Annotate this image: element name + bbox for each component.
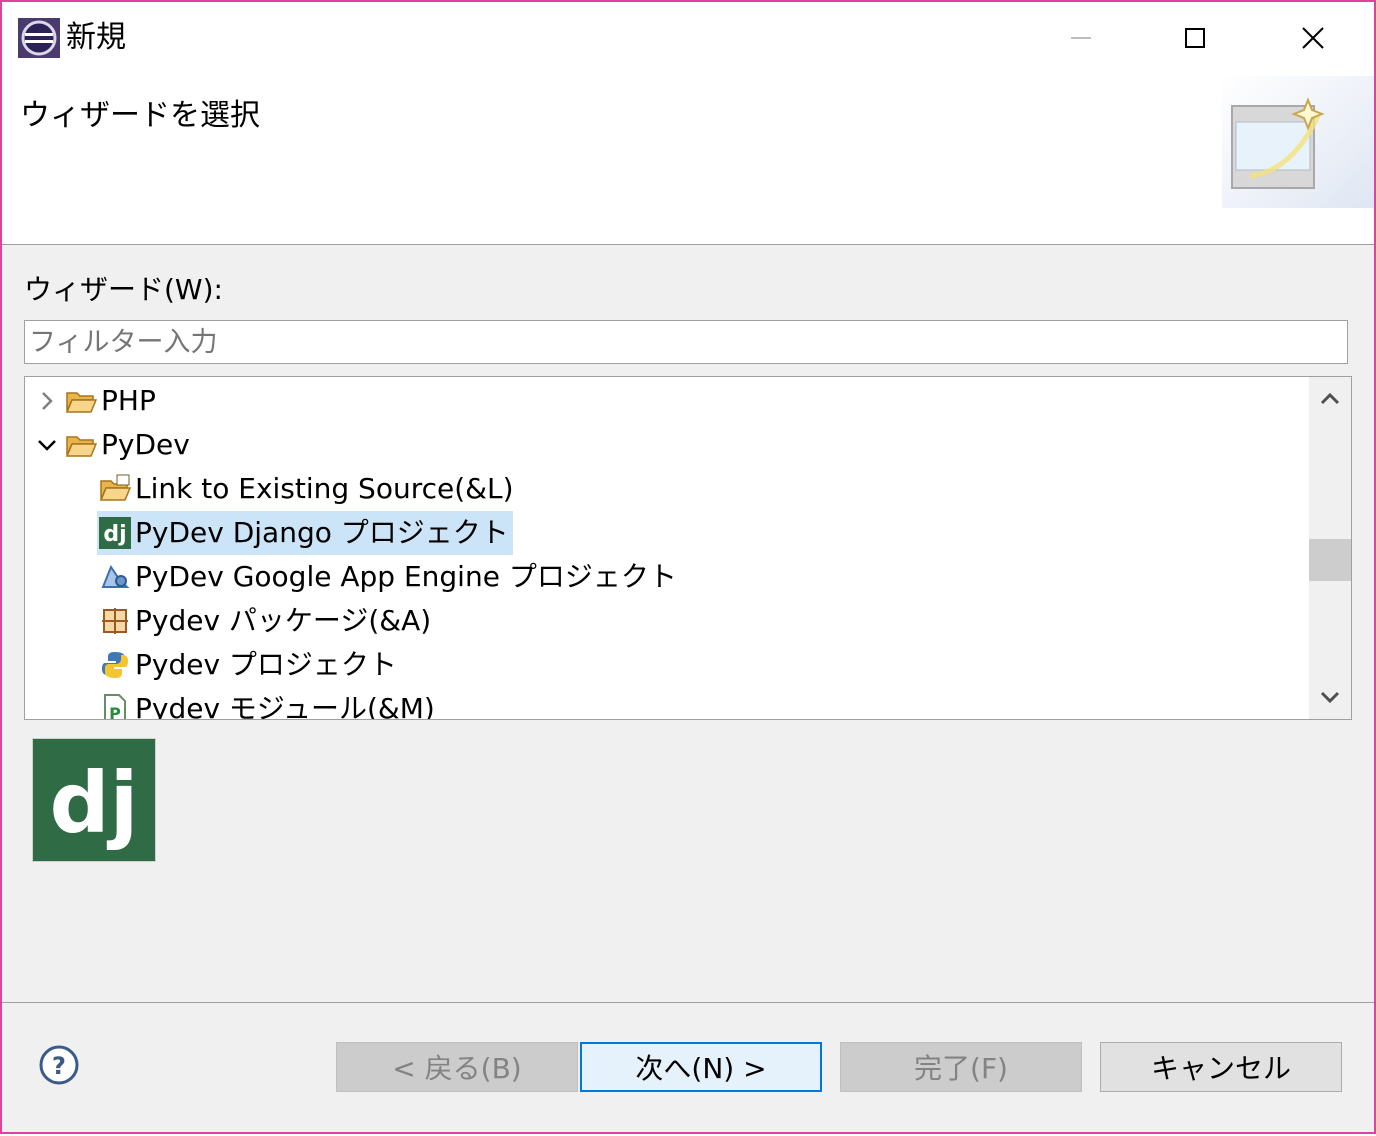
tree-item-label: PHP bbox=[101, 384, 156, 417]
footer-separator bbox=[2, 1002, 1374, 1003]
svg-text:?: ? bbox=[52, 1052, 66, 1080]
next-button[interactable]: 次へ(N) > bbox=[580, 1042, 822, 1092]
wizards-label: ウィザード(W): bbox=[24, 273, 223, 306]
wizard-banner-icon bbox=[1222, 76, 1374, 208]
maximize-button[interactable] bbox=[1140, 10, 1250, 66]
svg-text:P: P bbox=[109, 704, 121, 720]
chevron-down-icon[interactable] bbox=[35, 433, 59, 457]
tree-item-php[interactable]: PHP bbox=[65, 379, 156, 423]
close-icon bbox=[1302, 27, 1324, 49]
chevron-up-icon bbox=[1320, 392, 1340, 405]
maximize-icon bbox=[1185, 28, 1205, 48]
new-wizard-dialog: 新規 ウィザードを選択 ウィザード(W): フィルター入力 PHP PyDev … bbox=[0, 0, 1376, 1134]
tree-item-label: PyDev Google App Engine プロジェクト bbox=[135, 560, 677, 593]
tree-item-label: Link to Existing Source(&L) bbox=[135, 472, 514, 505]
python-icon bbox=[102, 652, 128, 678]
folder-open-icon bbox=[65, 392, 97, 413]
cancel-button[interactable]: キャンセル bbox=[1100, 1042, 1342, 1092]
tree-item-pydev-module[interactable]: P Pydev モジュール(&M) bbox=[99, 687, 435, 720]
title-bar: 新規 bbox=[2, 2, 1374, 76]
page-title: ウィザードを選択 bbox=[20, 98, 260, 133]
tree-item-pydev-package[interactable]: Pydev パッケージ(&A) bbox=[99, 599, 431, 643]
tree-item-label: PyDev Django プロジェクト bbox=[135, 516, 509, 549]
django-preview-icon: dj bbox=[32, 738, 156, 862]
tree-item-label: Pydev プロジェクト bbox=[135, 648, 397, 681]
module-icon: P bbox=[104, 694, 126, 720]
scroll-down-button[interactable] bbox=[1309, 675, 1351, 719]
folder-open-icon bbox=[65, 436, 97, 457]
chevron-down-icon bbox=[1320, 691, 1340, 704]
svg-text:dj: dj bbox=[50, 754, 139, 852]
eclipse-app-icon bbox=[18, 18, 60, 58]
minimize-button[interactable] bbox=[1026, 10, 1136, 66]
window-title: 新規 bbox=[66, 20, 126, 55]
svg-text:dj: dj bbox=[103, 522, 126, 547]
wizard-header: ウィザードを選択 bbox=[2, 76, 1374, 245]
google-app-engine-icon bbox=[101, 564, 130, 588]
tree-item-label: PyDev bbox=[101, 428, 190, 461]
django-icon: dj bbox=[99, 517, 131, 549]
scroll-up-button[interactable] bbox=[1309, 377, 1351, 421]
tree-item-pydev[interactable]: PyDev bbox=[65, 423, 190, 467]
back-button[interactable]: < 戻る(B) bbox=[336, 1042, 578, 1092]
help-icon[interactable]: ? bbox=[38, 1044, 80, 1086]
minimize-icon bbox=[1071, 37, 1091, 39]
tree-item-pydev-django-project[interactable]: dj PyDev Django プロジェクト bbox=[97, 511, 513, 555]
filter-input[interactable] bbox=[24, 320, 1348, 364]
tree-item-label: Pydev モジュール(&M) bbox=[135, 692, 435, 720]
close-button[interactable] bbox=[1258, 10, 1368, 66]
chevron-right-icon[interactable] bbox=[35, 389, 59, 413]
vertical-scrollbar[interactable] bbox=[1309, 377, 1351, 719]
tree-item-link-existing-source[interactable]: Link to Existing Source(&L) bbox=[99, 467, 514, 511]
tree-item-pydev-google-app-engine-project[interactable]: PyDev Google App Engine プロジェクト bbox=[99, 555, 677, 599]
tree-item-pydev-project[interactable]: Pydev プロジェクト bbox=[99, 643, 397, 687]
wizard-tree[interactable]: PHP PyDev Link to Existing Source(&L) dj bbox=[24, 376, 1352, 720]
package-icon bbox=[102, 608, 128, 634]
scroll-thumb[interactable] bbox=[1309, 539, 1351, 581]
link-folder-icon bbox=[99, 474, 131, 501]
tree-item-label: Pydev パッケージ(&A) bbox=[135, 604, 432, 637]
finish-button[interactable]: 完了(F) bbox=[840, 1042, 1082, 1092]
